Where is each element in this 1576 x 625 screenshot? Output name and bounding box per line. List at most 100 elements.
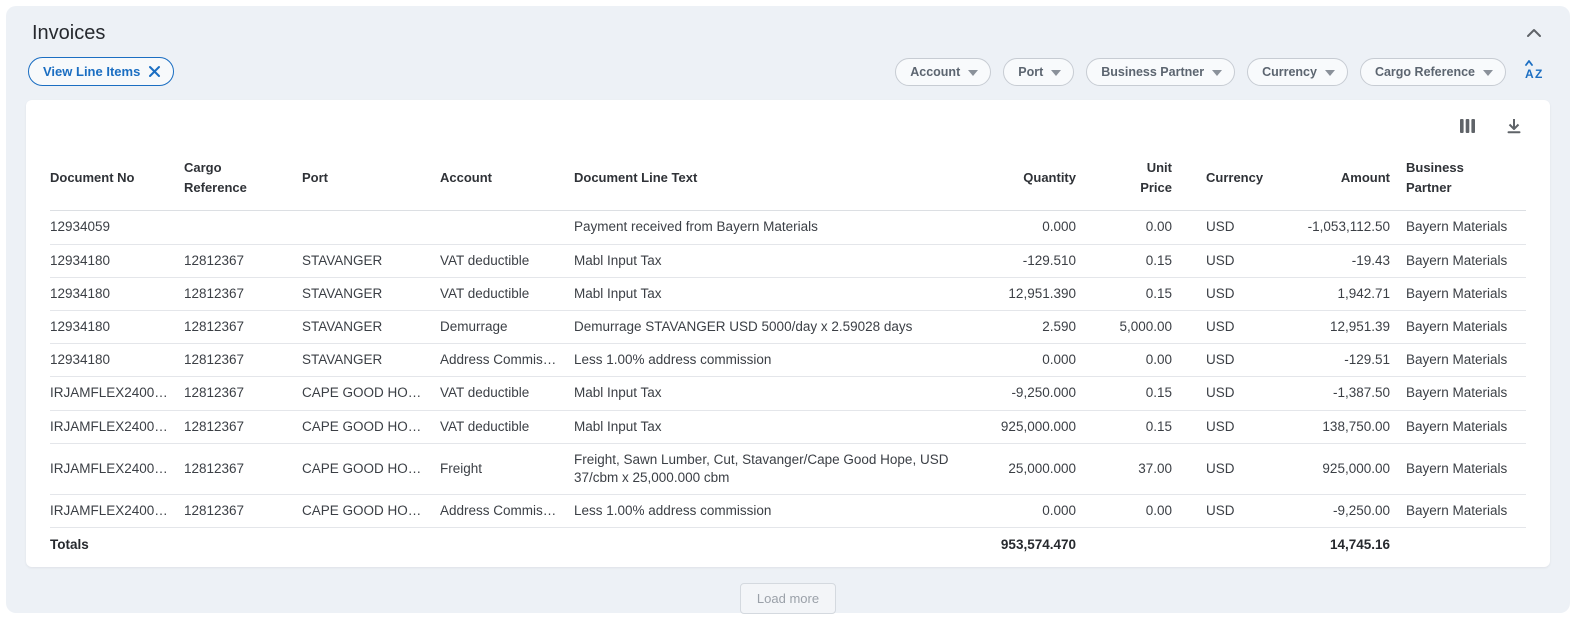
table-row: 1293418012812367STAVANGERAddress Commis…… — [50, 344, 1526, 377]
table-cell: IRJAMFLEX240004 — [50, 377, 184, 410]
filter-port[interactable]: Port — [1003, 58, 1074, 86]
table-cell: 0.15 — [1092, 410, 1188, 443]
table-cell: 12934180 — [50, 244, 184, 277]
table-header-row: Document No Cargo Reference Port Account… — [50, 144, 1526, 211]
column-header-cargo-reference[interactable]: Cargo Reference — [184, 144, 302, 211]
table-cell: 12,951.390 — [986, 277, 1092, 310]
table-cell: -9,250.000 — [986, 377, 1092, 410]
column-header-document-line-text[interactable]: Document Line Text — [574, 144, 986, 211]
table-row: 1293418012812367STAVANGERVAT deductibleM… — [50, 277, 1526, 310]
table-row: 1293418012812367STAVANGERVAT deductibleM… — [50, 244, 1526, 277]
table-cell: 12934059 — [50, 211, 184, 244]
column-header-amount[interactable]: Amount — [1274, 144, 1406, 211]
table-cell: IRJAMFLEX240004 — [50, 410, 184, 443]
table-cell — [440, 211, 574, 244]
table-row: 1293418012812367STAVANGERDemurrageDemurr… — [50, 310, 1526, 343]
table-cell: VAT deductible — [440, 410, 574, 443]
table-cell: 12812367 — [184, 377, 302, 410]
table-cell: 12812367 — [184, 344, 302, 377]
table-cell: 5,000.00 — [1092, 310, 1188, 343]
column-header-document-no[interactable]: Document No — [50, 144, 184, 211]
table-cell: -1,387.50 — [1274, 377, 1406, 410]
table-cell: USD — [1188, 277, 1274, 310]
totals-row: Totals 953,574.470 14,745.16 — [50, 528, 1526, 562]
filter-label: Business Partner — [1101, 65, 1204, 79]
table-cell: 12934180 — [50, 344, 184, 377]
filter-cargo-reference[interactable]: Cargo Reference — [1360, 58, 1506, 86]
table-cell: 0.15 — [1092, 277, 1188, 310]
invoice-table-body: 12934059 Payment received from Bayern Mat… — [50, 211, 1526, 528]
column-header-unit-price[interactable]: Unit Price — [1092, 144, 1188, 211]
invoices-panel: Invoices View Line Items Account Port — [6, 6, 1570, 613]
table-cell: 12812367 — [184, 244, 302, 277]
table-cell: Bayern Materials — [1406, 443, 1526, 494]
download-icon — [1506, 118, 1522, 137]
table-cell: -9,250.00 — [1274, 495, 1406, 528]
chevron-down-icon — [1212, 65, 1222, 79]
table-cell: 925,000.00 — [1274, 443, 1406, 494]
table-cell: 12,951.39 — [1274, 310, 1406, 343]
table-row: IRJAMFLEX24000412812367CAPE GOOD HOPEVAT… — [50, 377, 1526, 410]
svg-text:Z: Z — [1535, 67, 1542, 80]
load-more-button[interactable]: Load more — [740, 583, 836, 614]
toolbar: View Line Items Account Port Business Pa… — [26, 57, 1550, 86]
table-cell: Payment received from Bayern Materials — [574, 211, 986, 244]
table-cell: USD — [1188, 443, 1274, 494]
table-cell: CAPE GOOD HOPE — [302, 377, 440, 410]
table-cell: USD — [1188, 377, 1274, 410]
table-cell: 0.15 — [1092, 244, 1188, 277]
table-cell: 25,000.000 — [986, 443, 1092, 494]
column-header-currency[interactable]: Currency — [1188, 144, 1274, 211]
table-cell: USD — [1188, 310, 1274, 343]
table-cell: 12934180 — [50, 310, 184, 343]
column-header-account[interactable]: Account — [440, 144, 574, 211]
table-cell: CAPE GOOD HOPE — [302, 410, 440, 443]
table-cell: CAPE GOOD HOPE — [302, 495, 440, 528]
table-cell: -19.43 — [1274, 244, 1406, 277]
table-cell — [302, 211, 440, 244]
column-header-port[interactable]: Port — [302, 144, 440, 211]
sort-alphabetical-button[interactable]: A Z — [1524, 60, 1548, 83]
view-line-items-chip[interactable]: View Line Items — [28, 57, 174, 86]
table-cell: 0.00 — [1092, 211, 1188, 244]
table-cell — [184, 211, 302, 244]
table-cell: Less 1.00% address commission — [574, 344, 986, 377]
collapse-panel-button[interactable] — [1522, 22, 1546, 45]
download-button[interactable] — [1504, 116, 1524, 139]
table-cell: Freight — [440, 443, 574, 494]
table-cell: Bayern Materials — [1406, 377, 1526, 410]
table-cell: 0.000 — [986, 495, 1092, 528]
totals-label: Totals — [50, 528, 184, 562]
filter-currency[interactable]: Currency — [1247, 58, 1348, 86]
column-settings-button[interactable] — [1457, 116, 1478, 139]
table-cell: Mabl Input Tax — [574, 410, 986, 443]
table-cell: 0.000 — [986, 344, 1092, 377]
table-cell: -129.51 — [1274, 344, 1406, 377]
table-cell: IRJAMFLEX240004 — [50, 443, 184, 494]
table-cell: 138,750.00 — [1274, 410, 1406, 443]
x-icon[interactable] — [148, 65, 161, 78]
column-header-quantity[interactable]: Quantity — [986, 144, 1092, 211]
table-row: IRJAMFLEX24000412812367CAPE GOOD HOPEAdd… — [50, 495, 1526, 528]
table-cell: STAVANGER — [302, 277, 440, 310]
table-cell: -1,053,112.50 — [1274, 211, 1406, 244]
table-cell: 12812367 — [184, 410, 302, 443]
chevron-down-icon — [1483, 65, 1493, 79]
table-cell: CAPE GOOD HOPE — [302, 443, 440, 494]
table-cell: Address Commis… — [440, 495, 574, 528]
filter-bar: Account Port Business Partner Currency C… — [895, 58, 1548, 86]
column-header-business-partner[interactable]: Business Partner — [1406, 144, 1526, 211]
table-row: IRJAMFLEX24000412812367CAPE GOOD HOPEFre… — [50, 443, 1526, 494]
table-cell: IRJAMFLEX240004 — [50, 495, 184, 528]
table-cell: -129.510 — [986, 244, 1092, 277]
table-cell: Freight, Sawn Lumber, Cut, Stavanger/Cap… — [574, 443, 986, 494]
table-cell: 37.00 — [1092, 443, 1188, 494]
table-cell: Address Commis… — [440, 344, 574, 377]
svg-text:A: A — [1525, 67, 1534, 80]
filter-business-partner[interactable]: Business Partner — [1086, 58, 1235, 86]
view-line-items-label: View Line Items — [43, 64, 140, 79]
filter-account[interactable]: Account — [895, 58, 991, 86]
sort-alphabetical-icon: A Z — [1524, 60, 1548, 83]
table-cell: USD — [1188, 410, 1274, 443]
table-cell: Bayern Materials — [1406, 344, 1526, 377]
